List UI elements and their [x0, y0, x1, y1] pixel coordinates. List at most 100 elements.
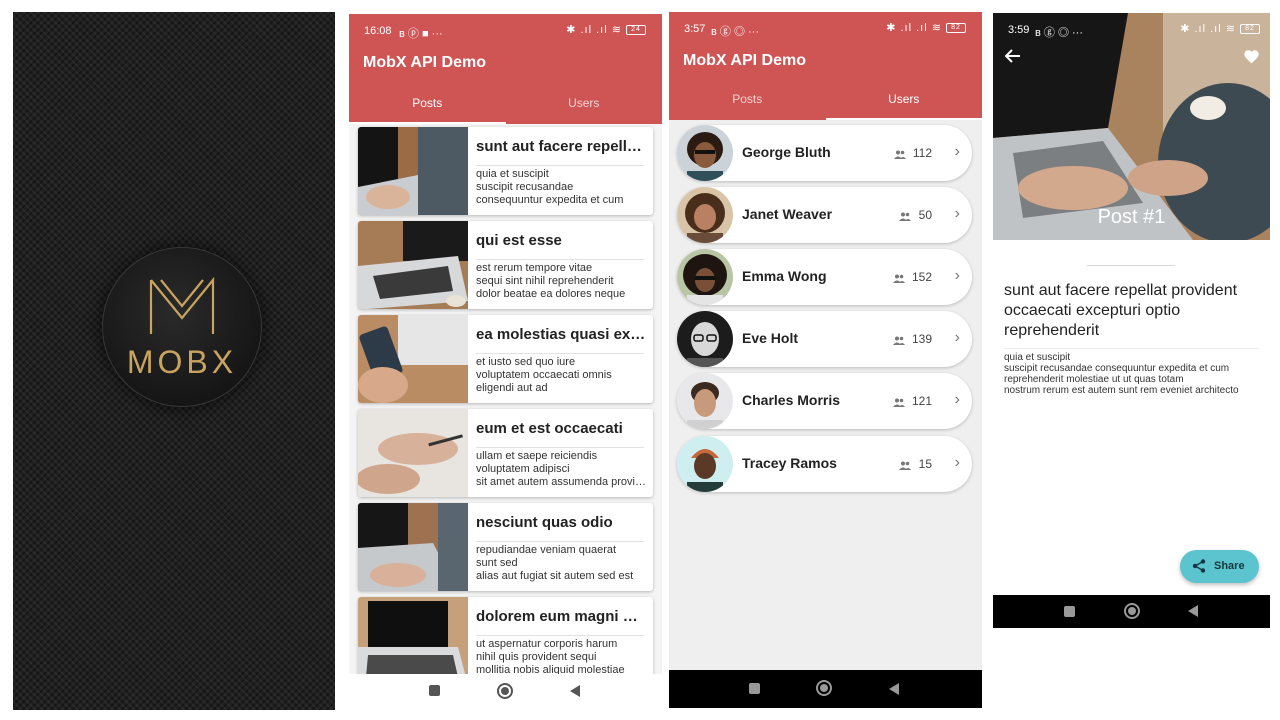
- user-name: Charles Morris: [742, 392, 841, 408]
- post-excerpt-line: sit amet autem assumenda provident: [476, 476, 646, 488]
- status-system-icons: ✱ .ıl .ıl ≋ 82: [1180, 22, 1260, 35]
- user-list-item[interactable]: Emma Wong 152 ›: [677, 249, 972, 305]
- avatar: [677, 187, 733, 243]
- mobx-logo: MOBX: [103, 248, 261, 406]
- people-icon: [893, 150, 906, 159]
- tab-posts[interactable]: Posts: [349, 92, 506, 124]
- people-icon: [899, 212, 912, 221]
- post-excerpt-line: mollitia nobis aliquid molestiae: [476, 664, 625, 674]
- home-icon[interactable]: [1124, 603, 1140, 619]
- user-count-value: 15: [918, 457, 932, 471]
- post-card[interactable]: eum et est occaecati ullam et saepe reic…: [358, 409, 653, 497]
- divider: [476, 259, 644, 260]
- post-excerpt-line: quia et suscipit: [476, 168, 549, 180]
- post-card[interactable]: ea molestias quasi exercitationem et ius…: [358, 315, 653, 403]
- user-count-value: 121: [911, 394, 932, 408]
- back-nav-icon[interactable]: [570, 685, 580, 697]
- hero-caption: Post #1: [1097, 206, 1166, 228]
- status-notification-icons: ʙ ⓖ ◎ ···: [711, 26, 760, 38]
- user-count-value: 50: [918, 208, 932, 222]
- back-arrow-icon[interactable]: [1005, 49, 1021, 63]
- post-title: sunt aut facere repellat provident occae…: [1004, 282, 1238, 339]
- recents-icon[interactable]: [429, 685, 440, 696]
- tab-posts[interactable]: Posts: [669, 88, 826, 120]
- android-nav-bar: [669, 670, 982, 708]
- share-label: Share: [1214, 560, 1245, 572]
- user-count: 152: [892, 270, 932, 284]
- post-title: dolorem eum magni eos aperiam: [476, 608, 646, 625]
- post-excerpt-line: et iusto sed quo iure: [476, 356, 576, 368]
- post-detail-screen: Post #1 3:59 ʙ ⓖ ◎ ··· ✱ .ıl .ıl ≋ 82 su…: [993, 13, 1270, 628]
- battery-icon: 82: [946, 23, 966, 34]
- back-nav-icon[interactable]: [1188, 605, 1198, 617]
- heart-icon[interactable]: [1243, 49, 1260, 64]
- post-excerpt-line: dolor beatae ea dolores neque: [476, 288, 626, 300]
- post-excerpt-line: eligendi aut ad: [476, 382, 548, 394]
- screenshot-collage: MOBX 16:08 ʙ ⓟ ■ ··· ✱ .ıl .ıl ≋ 24 MobX…: [0, 0, 1280, 720]
- user-list-item[interactable]: Janet Weaver 50 ›: [677, 187, 972, 243]
- avatar: [677, 311, 733, 367]
- user-list-item[interactable]: Charles Morris 121 ›: [677, 373, 972, 429]
- post-excerpt-line: ut aspernatur corporis harum: [476, 638, 618, 650]
- post-excerpt-line: ullam et saepe reiciendis: [476, 450, 598, 462]
- status-notification-icons: ʙ ⓖ ◎ ···: [1035, 27, 1084, 39]
- post-card[interactable]: qui est esse est rerum tempore vitae seq…: [358, 221, 653, 309]
- post-body: quia et suscipit suscipit recusandae con…: [1004, 352, 1266, 396]
- user-name: Tracey Ramos: [742, 455, 837, 471]
- status-system-icons: ✱ .ıl .ıl ≋ 82: [886, 21, 966, 34]
- back-nav-icon[interactable]: [889, 683, 899, 695]
- battery-icon: 24: [626, 25, 646, 36]
- status-bar: 3:59 ʙ ⓖ ◎ ··· ✱ .ıl .ıl ≋ 82: [993, 13, 1270, 47]
- user-count: 121: [892, 394, 932, 408]
- post-excerpt-line: est rerum tempore vitae: [476, 262, 593, 274]
- home-icon[interactable]: [816, 680, 832, 696]
- tab-users[interactable]: Users: [826, 88, 983, 120]
- avatar: [677, 373, 733, 429]
- signal-wifi-icons: ✱ .ıl .ıl ≋: [886, 22, 942, 34]
- signal-wifi-icons: ✱ .ıl .ıl ≋: [566, 24, 622, 36]
- share-button[interactable]: Share: [1180, 550, 1259, 583]
- post-thumbnail: [358, 409, 468, 497]
- tab-bar: Posts Users: [349, 92, 662, 124]
- post-excerpt-line: sunt sed: [476, 557, 518, 569]
- post-thumbnail: [358, 221, 468, 309]
- people-icon: [899, 461, 912, 470]
- app-bar: 16:08 ʙ ⓟ ■ ··· ✱ .ıl .ıl ≋ 24 MobX API …: [349, 14, 662, 124]
- user-count: 112: [893, 146, 932, 160]
- share-icon: [1192, 559, 1206, 573]
- people-icon: [892, 274, 905, 283]
- post-title: eum et est occaecati: [476, 420, 623, 437]
- chevron-right-icon: ›: [954, 143, 960, 160]
- status-bar: 16:08 ʙ ⓟ ■ ··· ✱ .ıl .ıl ≋ 24: [349, 14, 662, 48]
- chevron-right-icon: ›: [954, 454, 960, 471]
- app-title: MobX API Demo: [683, 52, 806, 69]
- user-count-value: 139: [911, 332, 932, 346]
- post-excerpt-line: nihil quis provident sequi: [476, 651, 597, 663]
- status-time: 16:08: [364, 25, 392, 37]
- recents-icon[interactable]: [749, 683, 760, 694]
- post-body-line: suscipit recusandae consequuntur expedit…: [1004, 363, 1230, 374]
- tab-users[interactable]: Users: [506, 92, 663, 124]
- battery-icon: 82: [1240, 24, 1260, 35]
- post-excerpt-line: consequuntur expedita et cum: [476, 194, 624, 206]
- recents-icon[interactable]: [1064, 606, 1075, 617]
- post-card[interactable]: dolorem eum magni eos aperiam ut asperna…: [358, 597, 653, 674]
- user-list-item[interactable]: Tracey Ramos 15 ›: [677, 436, 972, 492]
- posts-screen: 16:08 ʙ ⓟ ■ ··· ✱ .ıl .ıl ≋ 24 MobX API …: [349, 14, 662, 710]
- status-notification-icons: ʙ ⓟ ■ ···: [399, 28, 443, 40]
- post-thumbnail: [358, 315, 468, 403]
- user-list-item[interactable]: George Bluth 112 ›: [677, 125, 972, 181]
- home-icon[interactable]: [497, 683, 513, 699]
- post-excerpt: repudiandae veniam quaerat sunt sed alia…: [476, 544, 646, 583]
- chevron-right-icon: ›: [954, 205, 960, 222]
- user-list-item[interactable]: Eve Holt 139 ›: [677, 311, 972, 367]
- post-title: sunt aut facere repellat provident occae…: [476, 138, 646, 155]
- post-title: ea molestias quasi exercitationem: [476, 326, 646, 343]
- post-card[interactable]: sunt aut facere repellat provident occae…: [358, 127, 653, 215]
- posts-list[interactable]: sunt aut facere repellat provident occae…: [349, 124, 662, 674]
- status-system-icons: ✱ .ıl .ıl ≋ 24: [566, 23, 646, 36]
- divider: [476, 635, 644, 636]
- post-card[interactable]: nesciunt quas odio repudiandae veniam qu…: [358, 503, 653, 591]
- status-bar: 3:57 ʙ ⓖ ◎ ··· ✱ .ıl .ıl ≋ 82: [669, 12, 982, 46]
- post-excerpt-line: voluptatem adipisci: [476, 463, 570, 475]
